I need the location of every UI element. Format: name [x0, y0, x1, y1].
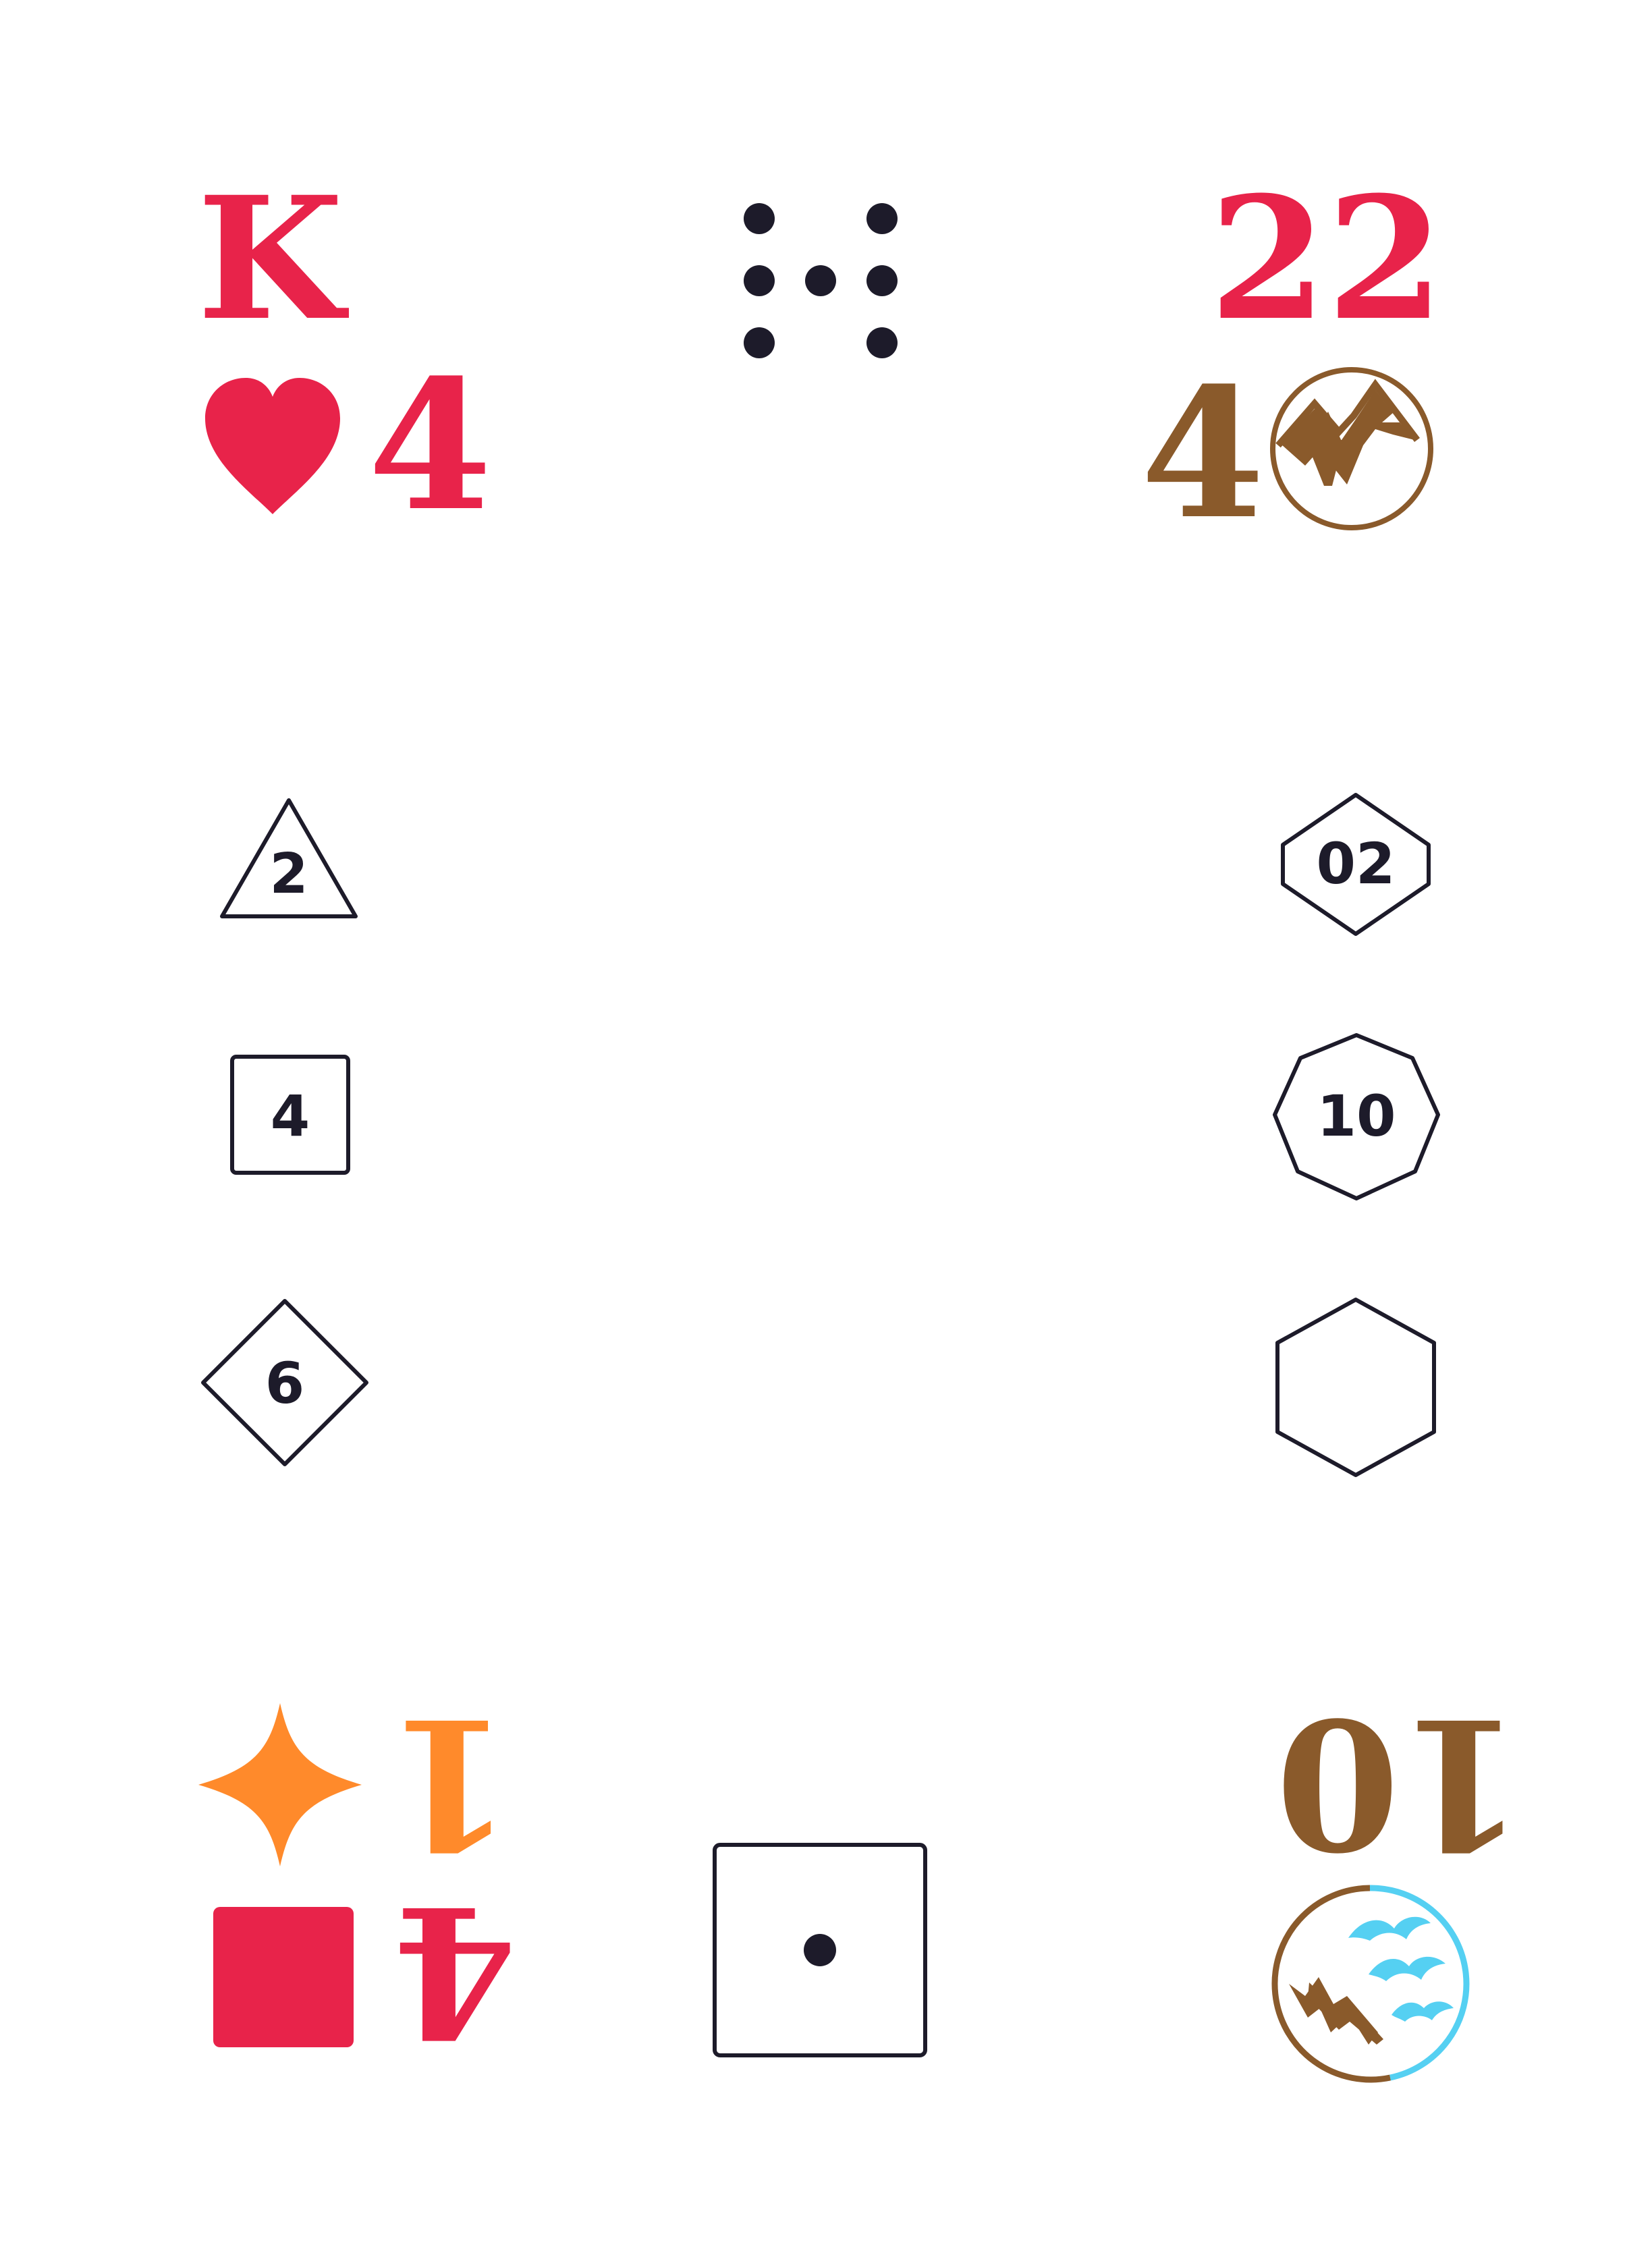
terrain-value-label: 4	[1140, 349, 1265, 559]
one-pip-die-icon	[712, 1842, 928, 2058]
die-diamond: 6	[199, 1297, 370, 1468]
die-hexagon-tall	[1273, 1296, 1438, 1479]
die-octagon: 10	[1271, 1031, 1442, 1202]
square-suit-icon	[209, 1903, 358, 2051]
die-hexagon-pointy-label: 02	[1316, 831, 1396, 897]
die-triangle: 2	[218, 796, 360, 922]
mountain-badge-icon	[1267, 364, 1436, 533]
die-octagon-label: 10	[1317, 1083, 1396, 1149]
die-square: 4	[229, 1054, 351, 1175]
bottom-score-label: 10	[1275, 1678, 1524, 1888]
die-triangle-label: 2	[269, 842, 308, 906]
rank-label: K	[197, 159, 344, 358]
die-hexagon-pointy: 02	[1279, 791, 1433, 938]
seven-dot-pips-icon	[739, 201, 901, 363]
mountain-sky-badge-icon	[1269, 1883, 1471, 2085]
four-point-star-icon	[196, 1700, 364, 1869]
square-value-label: 4	[393, 1866, 518, 2076]
suit-value-label: 4	[368, 341, 493, 551]
die-square-label: 4	[270, 1083, 310, 1149]
score-label: 22	[1209, 159, 1444, 358]
die-diamond-label: 6	[265, 1350, 305, 1416]
star-value-label: 1	[388, 1678, 513, 1888]
heart-icon	[201, 375, 344, 517]
